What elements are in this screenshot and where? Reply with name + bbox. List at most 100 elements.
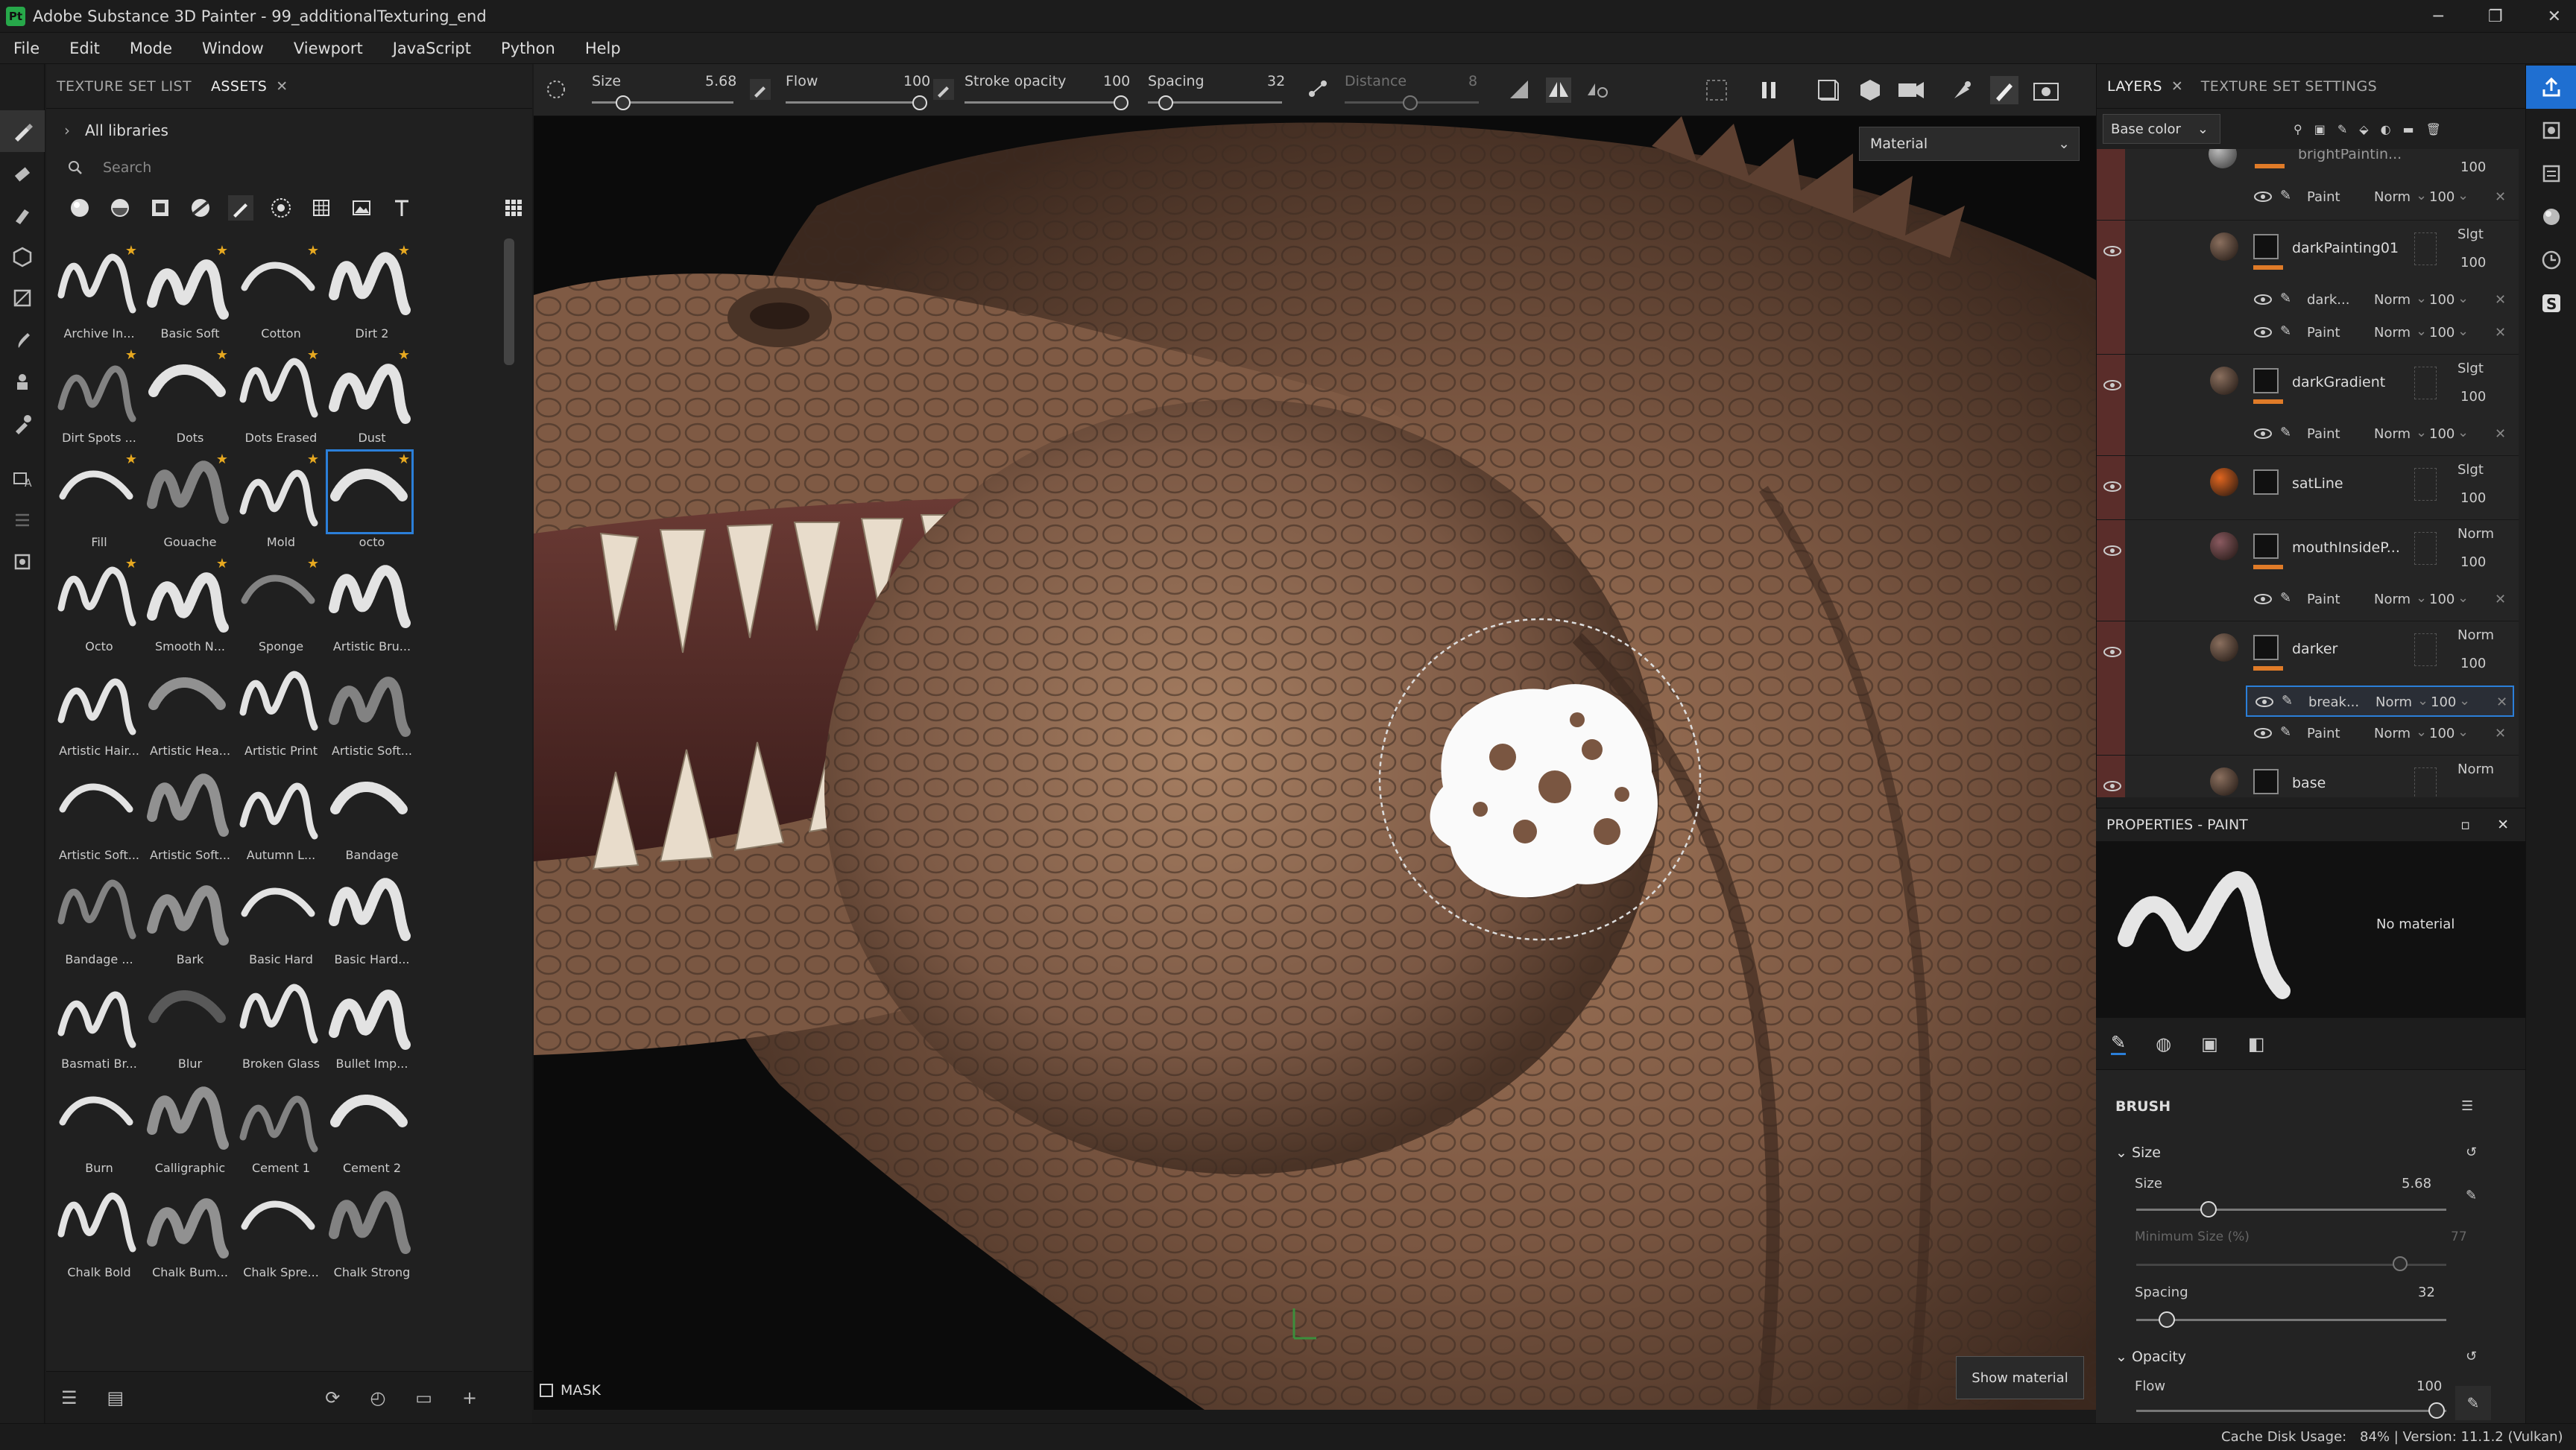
sublayer-opacity[interactable]: 100 <box>2429 189 2455 205</box>
close-properties-icon[interactable]: ✕ <box>2497 817 2509 833</box>
size-track[interactable] <box>2136 1209 2446 1211</box>
menu-python[interactable]: Python <box>501 39 555 57</box>
3d-viewport[interactable] <box>534 116 2096 1410</box>
tab-material-icon[interactable]: ◧ <box>2248 1033 2265 1054</box>
export-icon[interactable] <box>2526 66 2576 109</box>
paint-mode-icon[interactable] <box>1990 76 2018 104</box>
flow-pen-pressure-icon[interactable] <box>933 79 954 100</box>
remove-effect-icon[interactable]: ✕ <box>2495 726 2506 741</box>
sublayer-opacity[interactable]: 100 <box>2429 292 2455 308</box>
brush-item[interactable]: ★ Octo <box>55 556 143 660</box>
collapse-icon[interactable]: ▤ <box>107 1387 124 1408</box>
channel-dropdown[interactable]: Base color ⌄ <box>2103 114 2220 144</box>
flow-slider[interactable]: Flow 100 <box>780 64 933 116</box>
menu-edit[interactable]: Edit <box>69 39 100 57</box>
min-size-knob[interactable] <box>2393 1256 2408 1271</box>
brush-item[interactable]: Basic Hard... <box>328 869 416 973</box>
brush-item[interactable]: Autumn L... <box>237 764 325 869</box>
visibility-eye-icon[interactable] <box>2103 480 2122 493</box>
tab-brush-icon[interactable]: ✎ <box>2111 1032 2127 1055</box>
brush-item[interactable]: Calligraphic <box>146 1077 234 1182</box>
substance-share-icon[interactable]: S <box>2526 282 2576 325</box>
list-view-icon[interactable]: ☰ <box>61 1387 78 1408</box>
filter-particles-icon[interactable] <box>268 195 294 221</box>
size-slider[interactable]: Size 5.68 <box>586 64 742 116</box>
layer-opacity[interactable]: 100 <box>2460 490 2486 506</box>
brush-item[interactable]: ★ Sponge <box>237 556 325 660</box>
brush-item[interactable]: Bullet Imp... <box>328 973 416 1077</box>
min-size-value[interactable]: 77 <box>2451 1229 2467 1244</box>
brush-item[interactable]: Chalk Bold <box>55 1182 143 1286</box>
environment-light-icon[interactable] <box>1950 77 1975 103</box>
sublayer-blend[interactable]: Norm <box>2374 292 2411 308</box>
folder-icon[interactable]: ▭ <box>415 1387 432 1408</box>
layer-blend[interactable]: Slgt <box>2457 227 2484 242</box>
remove-effect-icon[interactable]: ✕ <box>2495 292 2506 308</box>
visibility-eye-icon[interactable] <box>2103 244 2122 258</box>
brush-item[interactable]: ★ Dirt 2 <box>328 243 416 347</box>
alignment-icon[interactable] <box>1507 77 1532 103</box>
text-resource-tool-icon[interactable]: A <box>0 458 45 499</box>
sublayer-opacity[interactable]: 100 <box>2431 694 2456 710</box>
brush-item[interactable]: ★ Dots Erased <box>237 347 325 452</box>
tab-texture-set-list[interactable]: TEXTURE SET LIST <box>57 78 192 95</box>
remove-effect-icon[interactable]: ✕ <box>2495 189 2506 205</box>
assets-scrollbar[interactable] <box>504 238 514 365</box>
viewport-material-dropdown[interactable]: Material ⌄ <box>1859 127 2080 161</box>
sublayer-blend[interactable]: Norm <box>2375 694 2412 710</box>
size-group-label[interactable]: ⌄ Size <box>2115 1145 2161 1161</box>
filter-tools-icon[interactable] <box>309 195 334 221</box>
display-settings-icon[interactable] <box>2526 152 2576 195</box>
bake-tool-icon[interactable] <box>0 499 45 541</box>
sublayer-row[interactable]: ✎ dark... Norm ⌄ 100 ⌄ ✕ <box>2246 285 2514 316</box>
symmetry-settings-icon[interactable] <box>1585 77 1610 103</box>
layer-opacity[interactable]: 100 <box>2460 159 2486 175</box>
brush-item[interactable]: Blur <box>146 973 234 1077</box>
symmetry-icon[interactable] <box>1546 77 1571 103</box>
layer-row[interactable]: darkGradient Slgt 100 ✎ Paint Norm ⌄ 100 ⌄ ✕ <box>2097 355 2519 456</box>
size-knob[interactable] <box>2200 1201 2217 1218</box>
smudge-tool-icon[interactable] <box>0 319 45 361</box>
layer-blend[interactable]: Slgt <box>2457 462 2484 478</box>
menu-file[interactable]: File <box>13 39 40 57</box>
filter-smart-masks-icon[interactable] <box>188 195 213 221</box>
show-material-button[interactable]: Show material <box>1956 1356 2084 1399</box>
brush-item[interactable]: ★ Archive In... <box>55 243 143 347</box>
layer-row[interactable]: satLine Slgt 100 <box>2097 456 2519 520</box>
pen-pressure-icon[interactable]: ✎ <box>2466 1188 2477 1203</box>
menu-window[interactable]: Window <box>202 39 264 57</box>
sublayer-blend[interactable]: Norm <box>2374 426 2411 442</box>
tab-assets[interactable]: ASSETS <box>211 78 267 95</box>
sublayer-blend[interactable]: Norm <box>2374 726 2411 741</box>
brush-item[interactable]: Artistic Hea... <box>146 660 234 764</box>
brush-item[interactable]: Chalk Bum... <box>146 1182 234 1286</box>
visibility-eye-icon[interactable] <box>2103 544 2122 557</box>
brush-item[interactable]: Chalk Spre... <box>237 1182 325 1286</box>
sublayer-row[interactable]: ✎ Paint Norm ⌄ 100 ⌄ ✕ <box>2246 584 2514 615</box>
layer-row[interactable]: mouthInsideP... Norm 100 ✎ Paint Norm ⌄ 100 ⌄ ✕ <box>2097 520 2519 621</box>
brush-item[interactable]: ★ Smooth N... <box>146 556 234 660</box>
layer-row[interactable]: brightPaintin... 100 ✎ Paint Norm ⌄ 100 ⌄ ✕ <box>2097 149 2519 221</box>
brush-item[interactable]: Cement 2 <box>328 1077 416 1182</box>
brush-item[interactable]: Burn <box>55 1077 143 1182</box>
brush-item[interactable]: Artistic Soft... <box>328 660 416 764</box>
flow-pen-pressure-icon[interactable]: ✎ <box>2455 1386 2491 1420</box>
brush-item[interactable]: Bark <box>146 869 234 973</box>
visibility-eye-icon[interactable] <box>2103 379 2122 392</box>
remove-effect-icon[interactable]: ✕ <box>2496 694 2507 710</box>
dynamic-stroke-icon[interactable] <box>1704 77 1729 103</box>
flow-knob[interactable] <box>2428 1402 2445 1419</box>
opacity-group-label[interactable]: ⌄ Opacity <box>2115 1349 2186 1365</box>
paint-brush-tool-icon[interactable] <box>0 110 45 152</box>
filter-materials-icon[interactable] <box>67 195 92 221</box>
brush-item[interactable]: Basic Hard <box>237 869 325 973</box>
history-panel-icon[interactable] <box>2526 238 2576 282</box>
brush-item[interactable]: ★ Dirt Spots ... <box>55 347 143 452</box>
brush-shape-icon[interactable] <box>544 77 569 103</box>
size-pen-pressure-icon[interactable] <box>750 79 771 100</box>
spacing-knob[interactable] <box>2159 1311 2175 1328</box>
close-tab-icon[interactable]: ✕ <box>276 78 288 95</box>
layer-blend[interactable]: Norm <box>2457 627 2494 643</box>
sublayer-opacity[interactable]: 100 <box>2429 726 2455 741</box>
spacing-track[interactable] <box>2136 1319 2446 1321</box>
